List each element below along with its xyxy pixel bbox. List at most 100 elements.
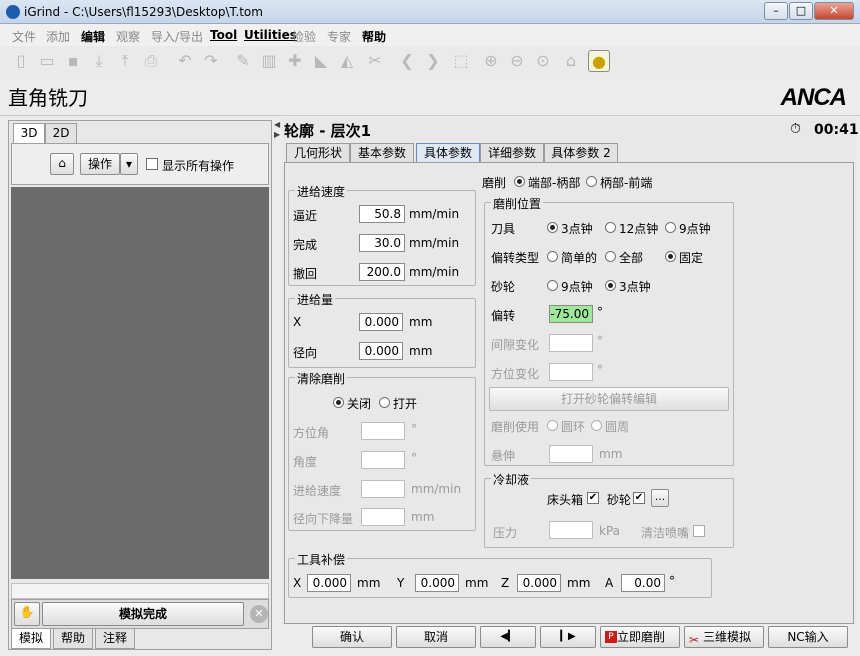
cancel-button[interactable]: 取消 [396,626,476,648]
tab-3d[interactable]: 3D [13,123,45,143]
clear-azimuth-input[interactable] [361,422,405,440]
comp-y-input[interactable]: 0.000 [415,574,459,592]
operations-button[interactable]: 操作 [80,153,120,175]
infeed-x-input[interactable]: 0.000 [359,313,403,331]
add-icon[interactable]: ✚ [284,50,306,72]
close-button[interactable]: ✕ [814,2,854,20]
stop-icon[interactable]: ✕ [250,605,268,623]
tab-specific-params-2[interactable]: 具体参数 2 [544,143,618,163]
delete-icon[interactable]: ▥ [258,50,280,72]
tab-help[interactable]: 帮助 [53,629,93,649]
comp-z-input[interactable]: 0.000 [517,574,561,592]
ok-button[interactable]: 确认 [312,626,392,648]
tab-notes[interactable]: 注释 [95,629,135,649]
retract-input[interactable]: 200.0 [359,263,405,281]
clear-feed-input[interactable] [361,480,405,498]
open-folder-icon[interactable]: ▭ [36,50,58,72]
tab-detail-params[interactable]: 详细参数 [480,143,544,163]
menu-tool[interactable]: Tool [210,28,237,42]
minimize-button[interactable]: – [764,2,788,20]
wheel-icon[interactable]: ◣ [310,50,332,72]
zoom-in-icon[interactable]: ⊕ [480,50,502,72]
clear-drop-input[interactable] [361,508,405,526]
finish-input[interactable]: 30.0 [359,234,405,252]
splitter[interactable]: ◀ ▶ [274,120,282,650]
menu-utilities[interactable]: Utilities [244,28,297,42]
tab-simulate[interactable]: 模拟 [11,629,51,649]
zoom-fit-icon[interactable]: ⊙ [532,50,554,72]
pressure-input[interactable] [549,521,593,539]
home-icon[interactable]: ⌂ [50,153,74,175]
mirror-icon[interactable]: ◭ [336,50,358,72]
shank-to-end-radio[interactable] [586,176,597,187]
approach-input[interactable]: 50.8 [359,205,405,223]
headstock-checkbox[interactable]: ✔ [587,492,599,504]
nc-input-button[interactable]: NC输入 [768,626,848,648]
zoom-out-icon[interactable]: ⊖ [506,50,528,72]
next-button[interactable]: ▎▶ [540,626,596,648]
simulation-done-button[interactable]: 模拟完成 [42,602,244,626]
wheel-9oclock-radio[interactable] [547,280,558,291]
azimuth-change-input[interactable] [549,363,593,381]
tool-12oclock-radio[interactable] [605,222,616,233]
use-circumference-radio[interactable] [591,420,602,431]
home-icon[interactable]: ⌂ [560,50,582,72]
new-file-icon[interactable]: ▯ [10,50,32,72]
overhang-input[interactable] [549,445,593,463]
offset-fixed-radio[interactable] [665,251,676,262]
print-icon[interactable]: ⎙ [140,50,162,72]
coolant-more-button[interactable]: ... [651,489,669,507]
grind-now-button[interactable]: P 立即磨削 [600,626,680,648]
3d-simulation-button[interactable]: ✂ 三维模拟 [684,626,764,648]
redo-icon[interactable]: ↷ [200,50,222,72]
cut-icon[interactable]: ✂ [364,50,386,72]
menu-add[interactable]: 添加 [46,28,70,45]
menu-view[interactable]: 观察 [116,28,140,45]
next-icon[interactable]: ❯ [422,50,444,72]
3d-viewport[interactable] [11,187,269,579]
comp-x-input[interactable]: 0.000 [307,574,351,592]
undo-icon[interactable]: ↶ [174,50,196,72]
previous-button[interactable]: ◀▎ [480,626,536,648]
scrollbar[interactable] [11,583,269,599]
tool-9oclock-radio[interactable] [665,222,676,233]
previous-icon[interactable]: ❮ [396,50,418,72]
operations-dropdown-icon[interactable]: ▾ [120,153,138,175]
infeed-radial-input[interactable]: 0.000 [359,342,403,360]
import-icon[interactable]: ⤓ [88,50,110,72]
show-all-checkbox[interactable] [146,158,158,170]
offset-all-radio[interactable] [605,251,616,262]
end-to-shank-radio[interactable] [514,176,525,187]
tab-specific-params[interactable]: 具体参数 [416,143,480,163]
menu-file[interactable]: 文件 [12,28,36,45]
menu-edit[interactable]: 编辑 [81,28,105,45]
maximize-button[interactable]: □ [789,2,813,20]
clear-angle-input[interactable] [361,451,405,469]
menu-import-export[interactable]: 导入/导出 [151,28,203,45]
menu-inspect[interactable]: 检验 [292,28,316,45]
wheel-coolant-checkbox[interactable]: ✔ [633,492,645,504]
grind-use-label: 磨削使用 [491,420,540,434]
clean-nozzle-checkbox[interactable] [693,525,705,537]
hint-bulb-icon[interactable]: ● [588,50,610,72]
export-icon[interactable]: ⤒ [114,50,136,72]
use-ring-radio[interactable] [547,420,558,431]
offset-input[interactable]: -75.00 [549,305,593,323]
menu-help[interactable]: 帮助 [362,28,386,45]
tab-2d[interactable]: 2D [45,123,77,143]
gap-change-input[interactable] [549,334,593,352]
offset-simple-radio[interactable] [547,251,558,262]
tab-geometry[interactable]: 几何形状 [286,143,350,163]
clear-on-radio[interactable] [379,397,390,408]
tool-3oclock-radio[interactable] [547,222,558,233]
comp-a-input[interactable]: 0.00 [621,574,665,592]
select-area-icon[interactable]: ⬚ [450,50,472,72]
clear-off-radio[interactable] [333,397,344,408]
open-wheel-offset-editor-button[interactable]: 打开砂轮偏转编辑 [489,387,729,411]
hand-icon[interactable]: ✋ [14,602,40,626]
save-icon[interactable]: ▪ [62,50,84,72]
wheel-3oclock-radio[interactable] [605,280,616,291]
tab-basic-params[interactable]: 基本参数 [350,143,414,163]
menu-expert[interactable]: 专家 [327,28,351,45]
edit-icon[interactable]: ✎ [232,50,254,72]
